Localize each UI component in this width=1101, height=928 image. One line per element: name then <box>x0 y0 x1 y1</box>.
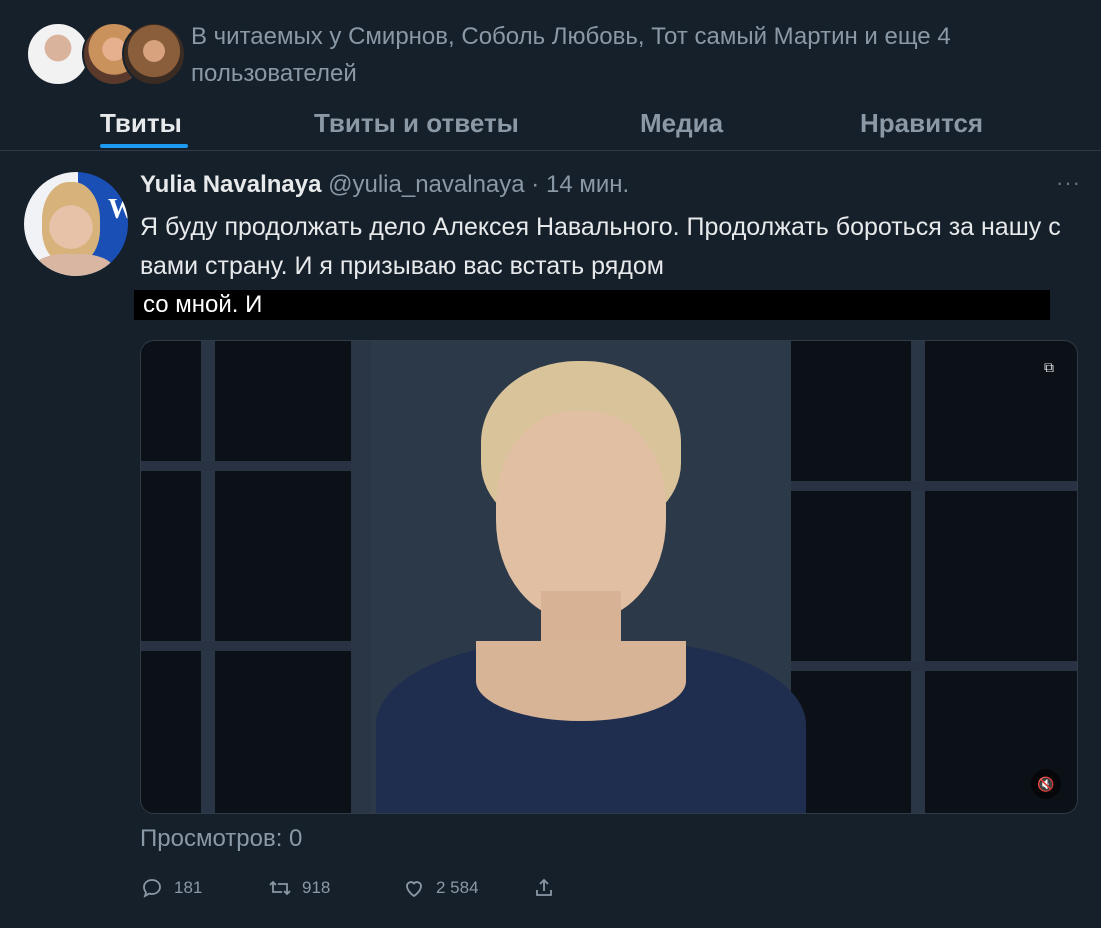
video-window-left <box>141 341 351 813</box>
volume-muted-icon[interactable]: 🔇 <box>1031 769 1061 799</box>
video-window-rail <box>141 641 351 651</box>
heart-icon <box>406 881 422 898</box>
reply-icon <box>143 879 161 898</box>
share-icon <box>536 878 552 896</box>
video-window-frame <box>911 341 925 813</box>
avatar-face <box>42 182 100 264</box>
author-name[interactable]: Yulia Navalnaya <box>140 171 321 198</box>
avatar-background-letter: W <box>108 194 128 225</box>
share-button[interactable] <box>532 872 566 904</box>
active-tab-indicator <box>100 144 188 148</box>
avatar <box>122 22 186 86</box>
tweet-timestamp[interactable]: 14 мин. <box>546 171 629 198</box>
tweet-actions: 181 918 2 584 <box>140 872 640 904</box>
video-window-rail <box>791 481 1077 491</box>
tab-media[interactable]: Медиа <box>640 108 723 139</box>
view-count: Просмотров: 0 <box>140 825 303 852</box>
video-window-right <box>791 341 1077 813</box>
tweet-text: Я буду продолжать дело Алексея Навальног… <box>140 213 1061 280</box>
video-window-rail <box>791 661 1077 671</box>
author-handle[interactable]: @yulia_navalnaya <box>328 171 525 198</box>
media-settings-icon[interactable]: ⧉ <box>1039 357 1059 377</box>
video-window-frame <box>351 341 371 813</box>
retweet-count: 918 <box>302 878 331 897</box>
tab-likes[interactable]: Нравится <box>860 108 983 139</box>
tab-tweets[interactable]: Твиты <box>100 108 182 139</box>
reply-button[interactable]: 181 <box>140 872 202 904</box>
tweet[interactable]: W Yulia Navalnaya @yulia_navalnaya · 14 … <box>0 150 1101 928</box>
tweet-video[interactable]: ⧉ 🔇 <box>140 340 1078 814</box>
avatar <box>26 22 90 86</box>
profile-tabs: Твиты Твиты и ответы Медиа Нравится <box>0 100 1101 151</box>
redaction-bar <box>134 290 1050 320</box>
followers-you-know[interactable]: В читаемых у Смирнов, Соболь Любовь, Тот… <box>26 18 1086 90</box>
retweet-button[interactable]: 918 <box>268 872 330 904</box>
like-button[interactable]: 2 584 <box>402 872 479 904</box>
video-window-rail <box>141 461 351 471</box>
avatar-shoulders <box>32 254 114 276</box>
reply-count: 181 <box>174 878 203 897</box>
separator-dot: · <box>531 171 540 198</box>
video-person-face <box>496 411 666 621</box>
avatar[interactable]: W <box>24 172 128 276</box>
tweet-header: Yulia Navalnaya @yulia_navalnaya · 14 ми… <box>140 170 629 200</box>
followers-text: В читаемых у Смирнов, Соболь Любовь, Тот… <box>191 23 951 87</box>
like-count: 2 584 <box>436 878 479 897</box>
redaction-text: со мной. И <box>143 291 263 318</box>
more-horizontal-icon[interactable]: ··· <box>1056 170 1081 196</box>
tab-tweets-and-replies[interactable]: Твиты и ответы <box>314 108 519 139</box>
retweet-icon <box>269 880 291 896</box>
video-window-frame <box>201 341 215 813</box>
video-person-collar <box>476 641 686 721</box>
followers-avatar-group[interactable] <box>26 22 186 86</box>
